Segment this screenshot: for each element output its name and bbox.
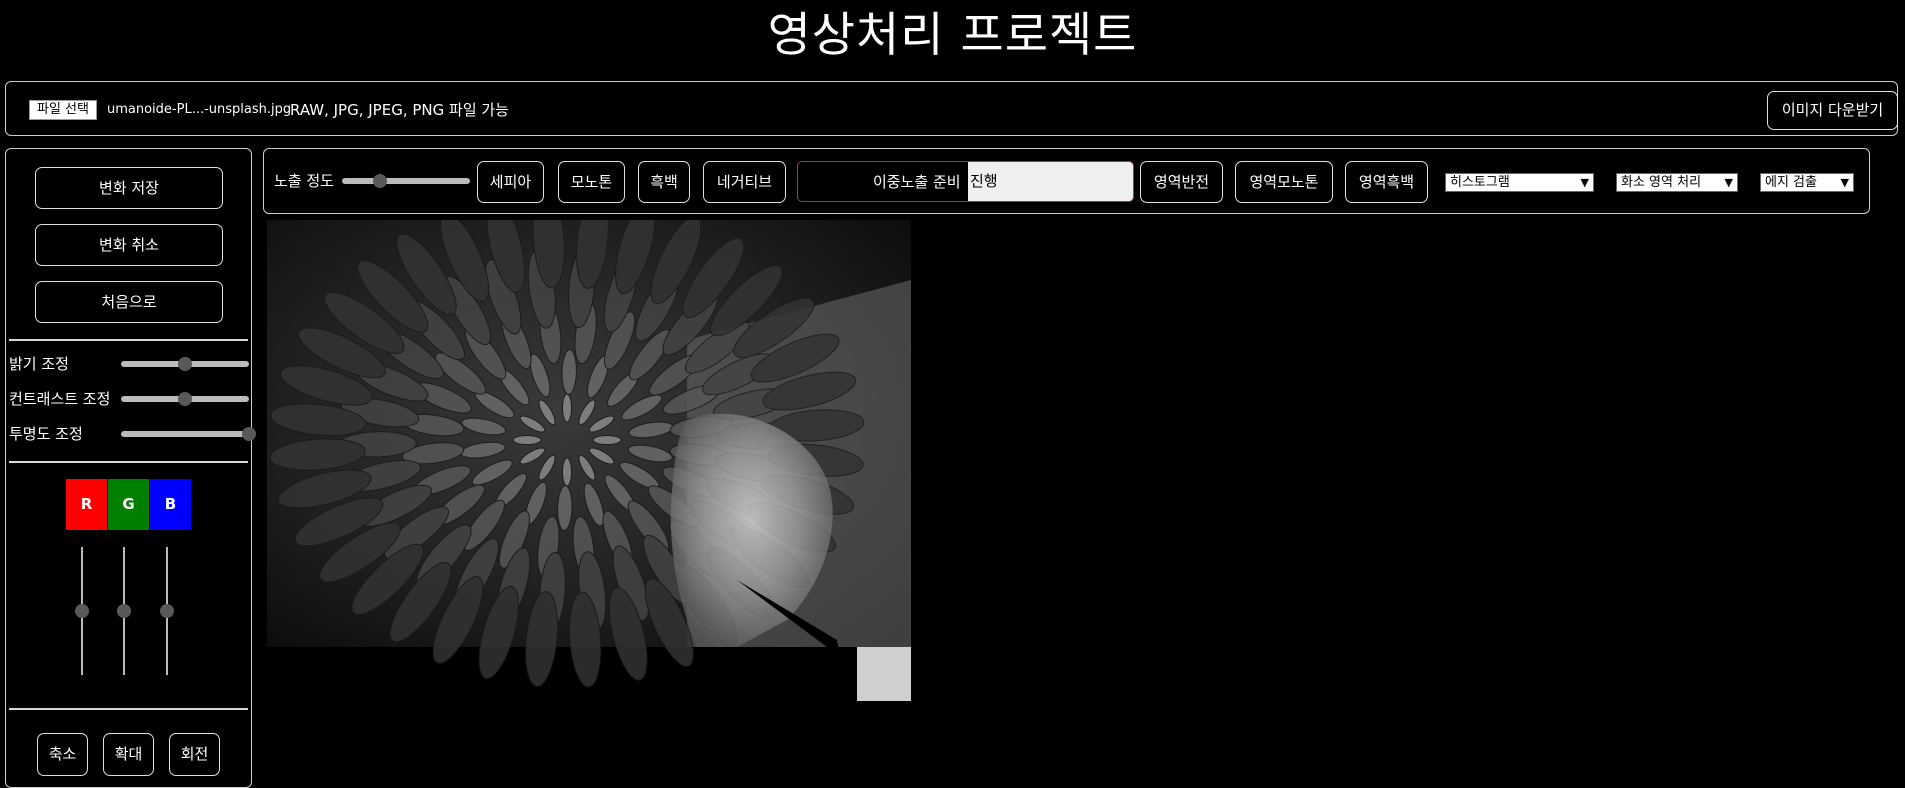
double-exposure-input[interactable]: 진행	[968, 162, 1133, 201]
pixel-area-select[interactable]: 화소 영역 처리 ▼	[1616, 173, 1738, 192]
green-slider[interactable]	[117, 547, 131, 675]
petal-shape	[562, 457, 572, 487]
region-grayscale-button[interactable]: 영역흑백	[1345, 161, 1428, 203]
slider-thumb[interactable]	[117, 604, 131, 618]
double-exposure-label: 이중노출 준비	[873, 173, 961, 191]
edge-detect-select-value: 에지 검출	[1765, 175, 1817, 190]
slider-thumb[interactable]	[242, 427, 256, 441]
red-channel-button[interactable]: R	[66, 479, 107, 530]
divider	[9, 708, 248, 710]
selected-file-name: umanoide-PL...-unsplash.jpg	[107, 102, 292, 117]
negative-button[interactable]: 네거티브	[703, 161, 786, 203]
exposure-label: 노출 정도	[274, 172, 334, 190]
sepia-button[interactable]: 세피아	[477, 161, 544, 203]
region-invert-button[interactable]: 영역반전	[1140, 161, 1223, 203]
reset-button[interactable]: 처음으로	[35, 281, 223, 323]
slider-thumb[interactable]	[75, 604, 89, 618]
slider-thumb[interactable]	[178, 392, 192, 406]
brightness-label: 밝기 조정	[9, 355, 69, 373]
divider	[9, 339, 248, 341]
petal-shape	[512, 435, 542, 445]
red-slider[interactable]	[75, 547, 89, 675]
file-format-note: RAW, JPG, JPEG, PNG 파일 가능	[290, 101, 509, 119]
double-exposure-field[interactable]: 이중노출 준비 진행	[797, 161, 1134, 202]
brightness-slider[interactable]	[121, 357, 249, 371]
image-canvas[interactable]	[267, 220, 911, 701]
petal-shape	[562, 393, 572, 423]
filter-toolbar: 노출 정도 세피아 모노톤 흑백 네거티브 이중노출 준비 진행 영역반전 영역…	[263, 148, 1870, 214]
chevron-down-icon: ▼	[1724, 176, 1733, 189]
page-title: 영상처리 프로젝트	[767, 8, 1138, 63]
chevron-down-icon: ▼	[1580, 176, 1589, 189]
opacity-label: 투명도 조정	[9, 425, 83, 443]
blue-channel-button[interactable]: B	[150, 479, 191, 530]
histogram-select-value: 히스토그램	[1450, 175, 1510, 190]
region-monotone-button[interactable]: 영역모노톤	[1235, 161, 1333, 203]
slider-thumb[interactable]	[373, 174, 388, 188]
grayscale-button[interactable]: 흑백	[638, 161, 690, 203]
blue-slider[interactable]	[160, 547, 174, 675]
exposure-slider[interactable]	[342, 174, 470, 188]
chevron-down-icon: ▼	[1840, 176, 1849, 189]
pixel-area-select-value: 화소 영역 처리	[1621, 175, 1702, 190]
save-change-button[interactable]: 변화 저장	[35, 167, 223, 209]
shrink-button[interactable]: 축소	[37, 733, 88, 776]
left-panel: 변화 저장 변화 취소 처음으로 밝기 조정 컨트래스트 조정 투명도 조정 R…	[5, 148, 256, 788]
monotone-button[interactable]: 모노톤	[558, 161, 625, 203]
undo-change-button[interactable]: 변화 취소	[35, 224, 223, 266]
divider	[9, 461, 248, 463]
download-image-button[interactable]: 이미지 다운받기	[1767, 91, 1898, 130]
file-bar: 파일 선택 umanoide-PL...-unsplash.jpg RAW, J…	[5, 81, 1898, 136]
petal-shape	[592, 435, 622, 445]
zoom-in-button[interactable]: 확대	[103, 733, 154, 776]
histogram-select[interactable]: 히스토그램 ▼	[1445, 173, 1594, 192]
green-channel-button[interactable]: G	[108, 479, 149, 530]
slider-thumb[interactable]	[178, 357, 192, 371]
contrast-label: 컨트래스트 조정	[9, 390, 111, 408]
contrast-slider[interactable]	[121, 392, 249, 406]
edge-detect-select[interactable]: 에지 검출 ▼	[1760, 173, 1854, 192]
rotate-button[interactable]: 회전	[169, 733, 220, 776]
opacity-slider[interactable]	[121, 427, 256, 441]
slider-thumb[interactable]	[160, 604, 174, 618]
choose-file-button[interactable]: 파일 선택	[29, 100, 97, 120]
double-exposure-image	[267, 220, 911, 701]
